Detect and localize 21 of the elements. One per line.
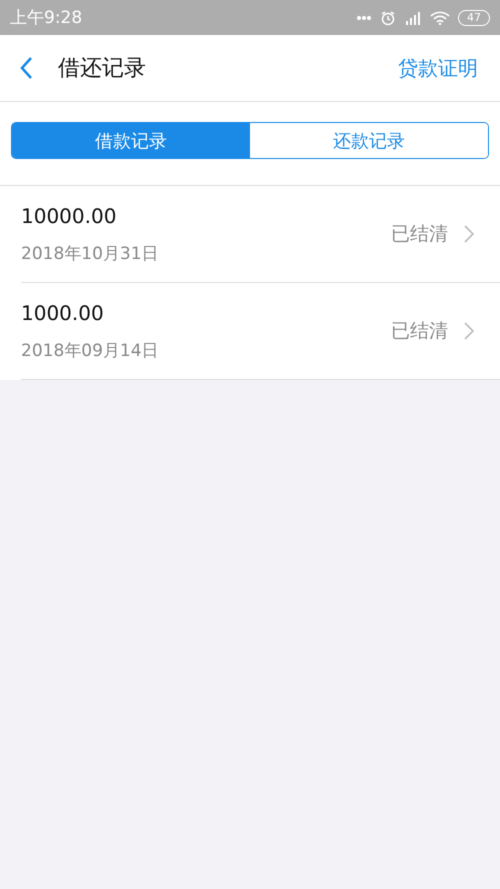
record-date: 2018年10月31日 — [21, 242, 160, 264]
back-button[interactable] — [20, 56, 34, 80]
record-amount: 1000.00 — [21, 300, 105, 324]
signal-icon — [404, 10, 422, 24]
wifi-icon — [430, 10, 450, 24]
chevron-icon — [464, 322, 474, 340]
loan-certificate-link[interactable]: 贷款证明 — [398, 54, 478, 82]
record-status: 已结清 — [391, 222, 448, 247]
record-status: 已结清 — [391, 319, 448, 344]
segment-tab[interactable]: 借款记录 — [12, 123, 250, 158]
record-row[interactable]: 10000.00 2018年10月31日 已结清 — [21, 186, 500, 283]
more-icon — [356, 14, 372, 20]
record-date: 2018年09月14日 — [21, 340, 160, 362]
page-title: 借还记录 — [58, 55, 147, 83]
back-icon — [20, 56, 34, 80]
status-time: 上午9:28 — [10, 7, 82, 29]
record-amount: 10000.00 — [21, 204, 118, 228]
battery-level: 47 — [458, 10, 490, 26]
chevron-icon — [464, 225, 474, 243]
alarm-icon — [380, 10, 396, 26]
record-row[interactable]: 1000.00 2018年09月14日 已结清 — [21, 283, 500, 380]
